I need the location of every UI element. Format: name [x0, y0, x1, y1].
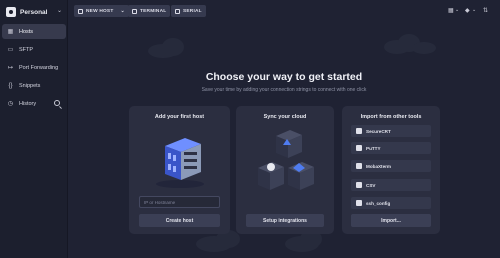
page-subtitle: Save your time by adding your connection…: [201, 87, 367, 93]
create-host-button[interactable]: Create host: [139, 214, 220, 227]
add-host-card: Add your first host Create host: [129, 106, 230, 234]
sidebar-item-port-forwarding[interactable]: ↦ Port Forwarding: [2, 60, 66, 75]
file-icon: [356, 200, 362, 206]
snippets-icon: {}: [8, 82, 13, 89]
sync-cloud-card: Sync your cloud Setup integrations: [236, 106, 334, 234]
import-item-ssh-config[interactable]: ssh_config: [351, 197, 431, 209]
history-icon: ◷: [7, 101, 14, 107]
top-toolbar: NEW HOST ⌄ TERMINAL SERIAL ▦ ⌄ ◆ ⌄ ⇅: [68, 0, 500, 24]
import-button-label: Import...: [381, 217, 401, 224]
serial-button[interactable]: SERIAL: [171, 5, 206, 17]
putty-icon: [356, 145, 362, 151]
import-card: Import from other tools SecureCRT PuTTY …: [342, 106, 440, 234]
vault-icon: [6, 7, 16, 17]
sidebar-item-label: Hosts: [19, 28, 34, 35]
grid-view-icon[interactable]: ▦: [448, 7, 454, 14]
sidebar-item-label: Snippets: [19, 82, 41, 89]
hosts-icon: ▦: [7, 29, 14, 35]
vault-label: Personal: [20, 8, 48, 16]
terminal-label: TERMINAL: [140, 8, 167, 14]
setup-integrations-button[interactable]: Setup integrations: [246, 214, 324, 227]
import-item-label: CSV: [366, 182, 376, 188]
import-item-label: SecureCRT: [366, 128, 391, 134]
serial-icon: [175, 8, 180, 14]
setup-integrations-label: Setup integrations: [263, 217, 307, 224]
card-title: Add your first host: [154, 114, 205, 120]
card-title: Sync your cloud: [263, 114, 307, 120]
sidebar-nav: ▦ Hosts ▭ SFTP ↦ Port Forwarding {} Snip…: [2, 24, 66, 114]
csv-file-icon: [356, 182, 362, 188]
hostname-placeholder: IP or Hostname: [144, 199, 176, 205]
server-illustration-icon: [156, 138, 204, 188]
terminal-button[interactable]: TERMINAL: [128, 5, 171, 17]
serial-label: SERIAL: [183, 8, 202, 14]
import-item-putty[interactable]: PuTTY: [351, 142, 431, 154]
vault-selector[interactable]: Personal ⌄: [4, 3, 66, 21]
import-item-securecrt[interactable]: SecureCRT: [351, 125, 431, 137]
sidebar-item-label: SFTP: [19, 46, 34, 53]
chevron-down-icon[interactable]: ⌄: [120, 8, 124, 14]
chevron-down-icon: ⌄: [56, 8, 62, 14]
cloud-providers-illustration-icon: [258, 130, 314, 190]
hostname-input[interactable]: IP or Hostname: [139, 196, 220, 208]
sidebar-item-history[interactable]: ◷ History: [2, 96, 66, 111]
import-item-label: PuTTY: [366, 145, 381, 151]
import-item-mobaxterm[interactable]: MobaXterm: [351, 160, 431, 172]
import-item-label: MobaXterm: [366, 163, 392, 169]
folder-icon: ▭: [7, 47, 14, 53]
import-item-csv[interactable]: CSV: [351, 179, 431, 191]
search-icon[interactable]: [54, 100, 60, 106]
sidebar-item-hosts[interactable]: ▦ Hosts: [2, 24, 66, 39]
sidebar-item-snippets[interactable]: {} Snippets: [2, 78, 66, 93]
create-host-label: Create host: [165, 217, 194, 224]
sidebar-item-sftp[interactable]: ▭ SFTP: [2, 42, 66, 57]
mobaxterm-icon: [356, 163, 362, 169]
server-icon: [78, 8, 83, 14]
import-item-label: ssh_config: [366, 200, 391, 206]
port-forwarding-icon: ↦: [7, 65, 14, 71]
terminal-icon: [132, 8, 137, 14]
import-button[interactable]: Import...: [351, 214, 431, 227]
new-host-button[interactable]: NEW HOST ⌄: [74, 5, 129, 17]
tag-icon[interactable]: ◆: [465, 7, 470, 14]
sidebar: Personal ⌄ ▦ Hosts ▭ SFTP ↦ Port Forward…: [0, 0, 68, 258]
chevron-down-icon[interactable]: ⌄: [455, 7, 459, 13]
sidebar-item-label: Port Forwarding: [19, 64, 59, 71]
page-title: Choose your way to get started: [205, 71, 363, 83]
securecrt-icon: [356, 128, 362, 134]
chevron-down-icon[interactable]: ⌄: [472, 7, 476, 13]
new-host-label: NEW HOST: [86, 8, 114, 14]
card-title: Import from other tools: [360, 114, 422, 120]
sort-icon[interactable]: ⇅: [483, 7, 488, 14]
sidebar-item-label: History: [19, 100, 37, 107]
